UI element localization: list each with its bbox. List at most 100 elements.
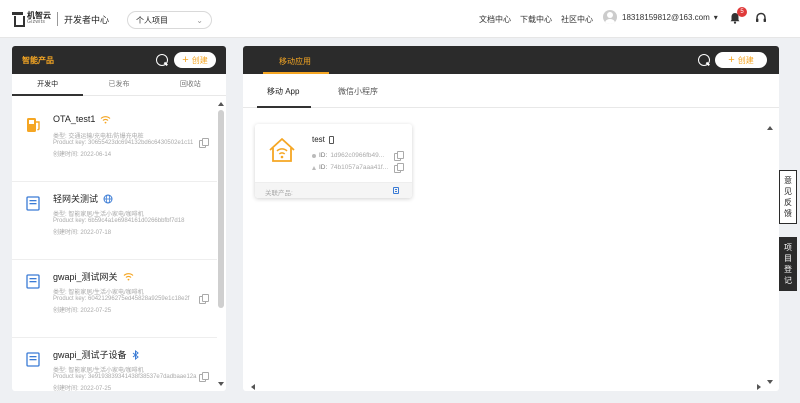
mobile-phone-icon — [328, 135, 334, 144]
product-type: 类型: 智能家居/生活小家电/咖啡机 — [53, 368, 144, 374]
nav-docs-link[interactable]: 文档中心 — [479, 14, 511, 25]
gateway-device-icon — [26, 196, 40, 211]
tab-published[interactable]: 已发布 — [83, 74, 154, 95]
product-key: Product key: 60421296275ed45828a9259e1c1… — [53, 296, 190, 302]
product-key: Product key: 3e9193839341438f38537e7dadb… — [53, 374, 197, 380]
apps-panel-header: 移动应用 + 创建 — [243, 46, 779, 74]
product-type: 类型: 交通运输/充电桩/防爆充电桩 — [53, 134, 144, 140]
product-list-scrollbar[interactable] — [218, 102, 224, 388]
products-panel-header: 智能产品 + 创建 — [12, 46, 226, 74]
related-products-label: 关联产品: — [265, 190, 293, 197]
gateway-device-icon — [26, 352, 40, 367]
create-app-label: 创建 — [737, 55, 754, 65]
app-secret-icon — [312, 165, 316, 170]
create-product-label: 创建 — [191, 55, 208, 65]
create-product-button[interactable]: + 创建 — [174, 52, 216, 68]
product-name: OTA_test1 — [53, 114, 96, 124]
copy-icon[interactable] — [199, 138, 209, 148]
charging-pile-icon — [27, 118, 40, 132]
scroll-left-arrow-icon[interactable] — [251, 384, 255, 390]
scroll-up-arrow-icon[interactable] — [767, 126, 773, 130]
product-item[interactable]: 轻网关测试 类型: 智能家居/生活小家电/咖啡机 Product key: 6b… — [12, 182, 217, 260]
copy-icon[interactable] — [394, 151, 404, 161]
related-product-icon[interactable] — [393, 187, 399, 194]
project-select[interactable]: 个人项目 ⌄ — [127, 11, 212, 29]
nav-community-link[interactable]: 社区中心 — [561, 14, 593, 25]
product-name: gwapi_测试网关 — [53, 272, 118, 282]
product-created-time: 创建时间: 2022-07-18 — [53, 230, 112, 236]
tab-mobile-apps[interactable]: 移动应用 — [279, 56, 311, 67]
mobile-apps-panel: 移动应用 + 创建 移动 App 微信小程序 test ID: 1d962c09… — [243, 46, 779, 391]
tab-in-development[interactable]: 开发中 — [12, 74, 83, 95]
create-app-button[interactable]: + 创建 — [715, 52, 767, 68]
product-type: 类型: 智能家居/生活小家电/咖啡机 — [53, 212, 144, 218]
app-secret-value: 74b1057a7aaa41f... — [330, 164, 389, 171]
app-id-label: ID: — [319, 152, 328, 159]
scroll-right-arrow-icon[interactable] — [757, 384, 761, 390]
search-icon[interactable] — [698, 54, 710, 66]
product-created-time: 创建时间: 2022-07-25 — [53, 308, 112, 314]
developer-center-title: 开发者中心 — [64, 14, 110, 25]
wifi-icon — [123, 273, 133, 281]
product-created-time: 创建时间: 2022-06-14 — [53, 152, 112, 158]
app-type-tabs: 移动 App 微信小程序 — [243, 74, 779, 108]
avatar — [603, 10, 617, 24]
notification-badge: 5 — [737, 7, 747, 17]
headset-icon[interactable] — [755, 12, 767, 24]
copy-icon[interactable] — [199, 372, 209, 382]
bluetooth-icon — [132, 349, 139, 360]
product-status-tabs: 开发中 已发布 回收站 — [12, 74, 226, 96]
products-panel-title: 智能产品 — [22, 56, 54, 65]
logo-name-cn: 机智云 — [27, 11, 51, 20]
tab-recycle-bin[interactable]: 回收站 — [155, 74, 226, 95]
product-type: 类型: 智能家居/生活小家电/咖啡机 — [53, 290, 144, 296]
product-item[interactable]: gwapi_测试网关 类型: 智能家居/生活小家电/咖啡机 Product ke… — [12, 260, 217, 338]
app-id-dot-icon — [312, 153, 316, 158]
product-name: 轻网关测试 — [53, 194, 99, 204]
scroll-down-arrow-icon[interactable] — [767, 380, 773, 384]
product-key: Product key: 6b59c4a1e6984161d0266bbfbf7… — [53, 218, 185, 224]
app-card[interactable]: test ID: 1d962c0966fb49... ID: 74b1057a7… — [255, 124, 412, 198]
user-email: 18318159812@163.com — [622, 12, 710, 22]
scroll-up-arrow-icon[interactable] — [218, 102, 224, 106]
logo-name-en: Gizwits — [27, 19, 46, 25]
logo-divider — [57, 12, 58, 26]
product-list: OTA_test1 类型: 交通运输/充电桩/防爆充电桩 Product key… — [12, 104, 217, 391]
wifi-icon — [100, 115, 111, 123]
top-header: 机智云 Gizwits 开发者中心 个人项目 ⌄ 文档中心 下载中心 社区中心 … — [0, 0, 800, 38]
product-item[interactable]: gwapi_测试子设备 类型: 智能家居/生活小家电/咖啡机 Product k… — [12, 338, 217, 391]
smart-home-app-icon — [269, 138, 295, 162]
tab-mobile-app[interactable]: 移动 App — [267, 86, 299, 97]
active-subtab-indicator — [257, 106, 311, 108]
project-register-tab-label: 项目登记 — [784, 243, 792, 285]
smart-products-panel: 智能产品 + 创建 开发中 已发布 回收站 OTA_test1 类型: 交通运输… — [12, 46, 226, 391]
feedback-tab-label: 意见反馈 — [784, 176, 792, 218]
project-register-tab[interactable]: 项目登记 — [779, 237, 797, 291]
user-caret-icon: ▾ — [713, 12, 718, 22]
plus-icon: + — [182, 54, 189, 66]
plus-icon: + — [728, 54, 735, 66]
app-secret-label: ID: — [319, 164, 328, 171]
user-menu[interactable]: 18318159812@163.com ▾ — [603, 10, 718, 24]
feedback-tab[interactable]: 意见反馈 — [779, 170, 797, 224]
network-globe-icon — [103, 194, 113, 203]
app-id-value: 1d962c0966fb49... — [330, 152, 385, 159]
active-tab-indicator — [12, 94, 83, 96]
copy-icon[interactable] — [199, 294, 209, 304]
product-key: Product key: 30655423dc694132bd6c6430502… — [53, 140, 194, 146]
nav-download-link[interactable]: 下载中心 — [520, 14, 552, 25]
gizwits-logo[interactable]: 机智云 Gizwits 开发者中心 — [12, 11, 109, 27]
product-item[interactable]: OTA_test1 类型: 交通运输/充电桩/防爆充电桩 Product key… — [12, 104, 217, 182]
scroll-down-arrow-icon[interactable] — [218, 382, 224, 386]
app-name: test — [312, 135, 325, 144]
gateway-device-icon — [26, 274, 40, 289]
tab-wechat-miniprogram[interactable]: 微信小程序 — [338, 86, 378, 97]
copy-icon[interactable] — [394, 163, 404, 173]
product-name: gwapi_测试子设备 — [53, 350, 127, 360]
project-select-value: 个人项目 — [136, 15, 168, 25]
chevron-down-icon: ⌄ — [196, 15, 203, 25]
search-icon[interactable] — [156, 54, 168, 66]
app-card-footer: 关联产品: — [255, 182, 412, 198]
scrollbar-thumb[interactable] — [218, 110, 224, 308]
gizwits-logo-icon — [12, 12, 25, 27]
